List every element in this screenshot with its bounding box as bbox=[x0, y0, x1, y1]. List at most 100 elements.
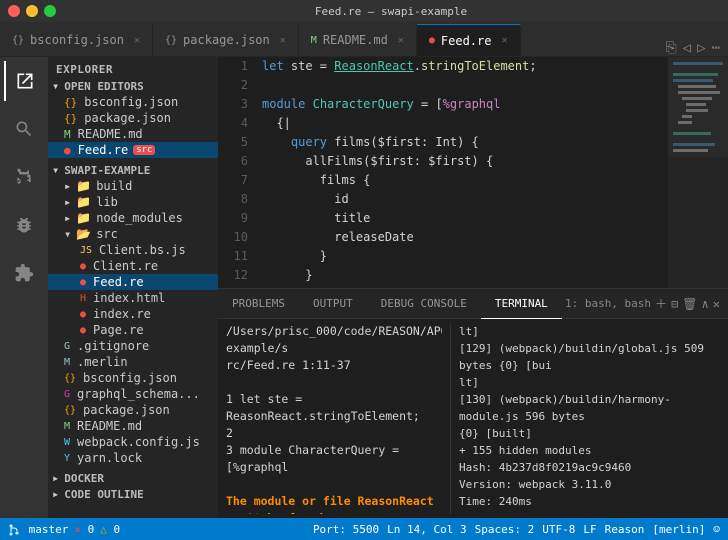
file-yarn-lock[interactable]: Y yarn.lock bbox=[48, 450, 218, 466]
status-bar: master ✕ 0 △ 0 Port: 5500 Ln 14, Col 3 S… bbox=[0, 518, 728, 540]
folder-lib[interactable]: ▸ 📁 lib bbox=[48, 194, 218, 210]
folder-icon: 📁 bbox=[76, 179, 91, 193]
re-icon: ● bbox=[64, 144, 71, 157]
file-label: index.html bbox=[93, 291, 165, 305]
debug-icon[interactable] bbox=[4, 205, 44, 245]
warning-count[interactable]: △ 0 bbox=[100, 523, 120, 536]
problems-tab[interactable]: PROBLEMS bbox=[218, 289, 299, 319]
open-editor-package[interactable]: {} package.json bbox=[48, 110, 218, 126]
tab-readme[interactable]: M README.md ✕ bbox=[299, 24, 417, 56]
minimize-button[interactable] bbox=[26, 5, 38, 17]
explorer-title: EXPLORER bbox=[48, 57, 218, 78]
line-ending[interactable]: LF bbox=[583, 523, 596, 536]
encoding[interactable]: UTF-8 bbox=[542, 523, 575, 536]
docker-header[interactable]: ▸ DOCKER bbox=[48, 470, 218, 486]
md-icon: M bbox=[64, 128, 71, 141]
terminal-line: + 155 hidden modules bbox=[459, 442, 720, 459]
trash-icon[interactable]: 🗑 bbox=[682, 297, 697, 311]
re-icon: ● bbox=[80, 277, 86, 288]
folder-icon: 📁 bbox=[76, 195, 91, 209]
file-page-re[interactable]: ● Page.re bbox=[48, 322, 218, 338]
chevron-up-icon[interactable]: ∧ bbox=[702, 297, 709, 311]
terminal-label: TERMINAL bbox=[495, 297, 548, 310]
json-icon: {} bbox=[64, 96, 77, 109]
chevron-right-icon: ▸ bbox=[64, 195, 71, 209]
output-tab[interactable]: OUTPUT bbox=[299, 289, 367, 319]
merlin-status[interactable]: [merlin] bbox=[652, 523, 705, 536]
minimap bbox=[668, 57, 728, 288]
tab-close[interactable]: ✕ bbox=[398, 35, 404, 46]
add-terminal-icon[interactable]: ＋ bbox=[655, 295, 667, 312]
file-client-bs[interactable]: JS Client.bs.js bbox=[48, 242, 218, 258]
folder-src[interactable]: ▾ 📂 src bbox=[48, 226, 218, 242]
tab-package[interactable]: {} package.json ✕ bbox=[153, 24, 299, 56]
debug-console-tab[interactable]: DEBUG CONSOLE bbox=[367, 289, 481, 319]
language-mode[interactable]: Reason bbox=[605, 523, 645, 536]
file-client-re[interactable]: ● Client.re bbox=[48, 258, 218, 274]
open-editor-label: bsconfig.json bbox=[84, 95, 178, 109]
terminal-line: The module or file ReasonReact can't be … bbox=[226, 493, 442, 514]
extensions-icon[interactable] bbox=[4, 253, 44, 293]
chevron-right-icon: ▸ bbox=[64, 211, 71, 225]
terminal-line: 2 bbox=[226, 425, 442, 442]
re-icon: ● bbox=[80, 309, 86, 320]
file-index-html[interactable]: H index.html bbox=[48, 290, 218, 306]
cursor-position[interactable]: Ln 14, Col 3 bbox=[387, 523, 466, 536]
file-label: Client.bs.js bbox=[99, 243, 186, 257]
code-editor[interactable]: 1234 5678 9101112 13141516 17181920 let … bbox=[218, 57, 728, 288]
open-editors-header[interactable]: ▾ OPEN EDITORS bbox=[48, 78, 218, 94]
maximize-button[interactable] bbox=[44, 5, 56, 17]
folder-label: node_modules bbox=[96, 211, 183, 225]
file-graphql-schema[interactable]: G graphql_schema... bbox=[48, 386, 218, 402]
open-editor-bsconfig[interactable]: {} bsconfig.json bbox=[48, 94, 218, 110]
file-package-json[interactable]: {} package.json bbox=[48, 402, 218, 418]
tab-bar: {} bsconfig.json ✕ {} package.json ✕ M R… bbox=[0, 22, 728, 57]
split-editor-icon[interactable]: ⎘ bbox=[665, 40, 676, 56]
terminal-line bbox=[226, 476, 442, 493]
error-count[interactable]: ✕ 0 bbox=[74, 523, 94, 536]
folder-node-modules[interactable]: ▸ 📁 node_modules bbox=[48, 210, 218, 226]
terminal-tab[interactable]: TERMINAL bbox=[481, 289, 562, 319]
git-branch[interactable]: master bbox=[8, 523, 68, 536]
project-header[interactable]: ▾ SWAPI-EXAMPLE bbox=[48, 162, 218, 178]
tab-bsconfig[interactable]: {} bsconfig.json ✕ bbox=[0, 24, 153, 56]
folder-build[interactable]: ▸ 📁 build bbox=[48, 178, 218, 194]
tab-close[interactable]: ✕ bbox=[280, 35, 286, 46]
nav-back-icon[interactable]: ◁ bbox=[683, 40, 691, 56]
file-webpack[interactable]: W webpack.config.js bbox=[48, 434, 218, 450]
json-icon: {} bbox=[64, 373, 76, 384]
open-editor-feed[interactable]: ● Feed.re src bbox=[48, 142, 218, 158]
search-icon[interactable] bbox=[4, 109, 44, 149]
tab-feed[interactable]: ● Feed.re ✕ bbox=[417, 24, 521, 56]
terminal-content[interactable]: /Users/prisc_000/code/REASON/APOLLO/swap… bbox=[218, 319, 728, 518]
terminal-line: Time: 240ms bbox=[459, 493, 720, 510]
code-outline-header[interactable]: ▸ CODE OUTLINE bbox=[48, 486, 218, 502]
more-actions-icon[interactable]: ⋯ bbox=[712, 40, 720, 56]
file-bsconfig[interactable]: {} bsconfig.json bbox=[48, 370, 218, 386]
tab-close[interactable]: ✕ bbox=[134, 35, 140, 46]
close-button[interactable] bbox=[8, 5, 20, 17]
explorer-icon[interactable] bbox=[4, 61, 44, 101]
indentation[interactable]: Spaces: 2 bbox=[475, 523, 535, 536]
file-label: package.json bbox=[83, 403, 170, 417]
nav-forward-icon[interactable]: ▷ bbox=[697, 40, 705, 56]
smiley-icon[interactable]: ☺ bbox=[713, 523, 720, 536]
file-feed-re[interactable]: ● Feed.re bbox=[48, 274, 218, 290]
file-index-re[interactable]: ● index.re bbox=[48, 306, 218, 322]
docker-label: DOCKER bbox=[64, 472, 104, 485]
terminal-line: 1 let ste = ReasonReact.stringToElement; bbox=[226, 391, 442, 425]
status-right: Port: 5500 Ln 14, Col 3 Spaces: 2 UTF-8 … bbox=[313, 523, 720, 536]
close-panel-icon[interactable]: ✕ bbox=[713, 297, 720, 311]
file-merlin[interactable]: M .merlin bbox=[48, 354, 218, 370]
folder-open-icon: 📂 bbox=[76, 227, 91, 241]
file-gitignore[interactable]: G .gitignore bbox=[48, 338, 218, 354]
chevron-down-icon: ▾ bbox=[64, 227, 71, 241]
folder-label: src bbox=[96, 227, 118, 241]
split-terminal-icon[interactable]: ⊟ bbox=[671, 297, 678, 311]
tab-close[interactable]: ✕ bbox=[501, 35, 507, 46]
file-readme[interactable]: M README.md bbox=[48, 418, 218, 434]
open-editor-readme[interactable]: M README.md bbox=[48, 126, 218, 142]
open-editors-label: OPEN EDITORS bbox=[64, 80, 143, 93]
port-status[interactable]: Port: 5500 bbox=[313, 523, 379, 536]
source-control-icon[interactable] bbox=[4, 157, 44, 197]
